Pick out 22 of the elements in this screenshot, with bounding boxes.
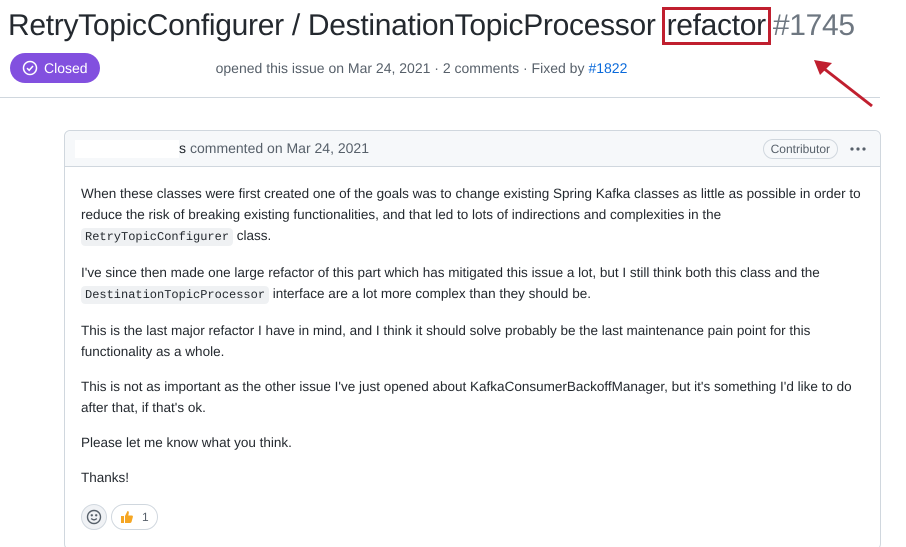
comment-paragraph: This is the last major refactor I have in mind, and I think it should solve probably be the last maintenance pain point for this functionality as a whole. [81, 322, 812, 361]
annotation-arrow-icon [812, 58, 874, 108]
issue-meta: opened this issue on Mar 24, 2021 · 2 comments · Fixed by [216, 58, 584, 78]
thumbs-up-icon [120, 510, 134, 524]
add-reaction-button[interactable] [81, 504, 107, 530]
comment-paragraph: This is not as important as the other issue I've just opened about KafkaConsumerBackoffManager, but it's something I'd like to do after that, if that's ok. [81, 378, 853, 417]
issue-number: #1745 [772, 8, 855, 44]
issue-title: RetryTopicConfigurer / DestinationTopicProcessor [8, 8, 656, 44]
comment-paragraph: When these classes were first created one of the goals was to change existing Spring Kafka classes as little as possible in order to reduce the risk of breaking existing functionalities, and that led to lots of indirections and complexities in the RetryTopicConfigurer class. [81, 185, 862, 248]
pull-request-link[interactable]: #1822 [588, 58, 628, 78]
comment-timestamp: commented on Mar 24, 2021 [190, 139, 369, 158]
highlighted-word: refactor [662, 7, 771, 45]
comment-paragraph: Thanks! [81, 469, 130, 487]
comment-paragraph: Please let me know what you think. [81, 434, 293, 452]
more-options-icon[interactable] [850, 146, 866, 150]
contributor-badge: Contributor [762, 138, 838, 158]
comment-paragraph: I've since then made one large refactor of this part which has mitigated this issue a lot, but I still think both this class and the DestinationTopicProcessor interface are a lot more complex than they should be. [81, 264, 821, 306]
reaction-button[interactable]: 1 [111, 504, 158, 530]
comment-author[interactable]: s [179, 138, 186, 159]
state-badge: Closed [10, 53, 100, 83]
check-circle-icon [22, 60, 38, 76]
smiley-icon [86, 509, 102, 525]
